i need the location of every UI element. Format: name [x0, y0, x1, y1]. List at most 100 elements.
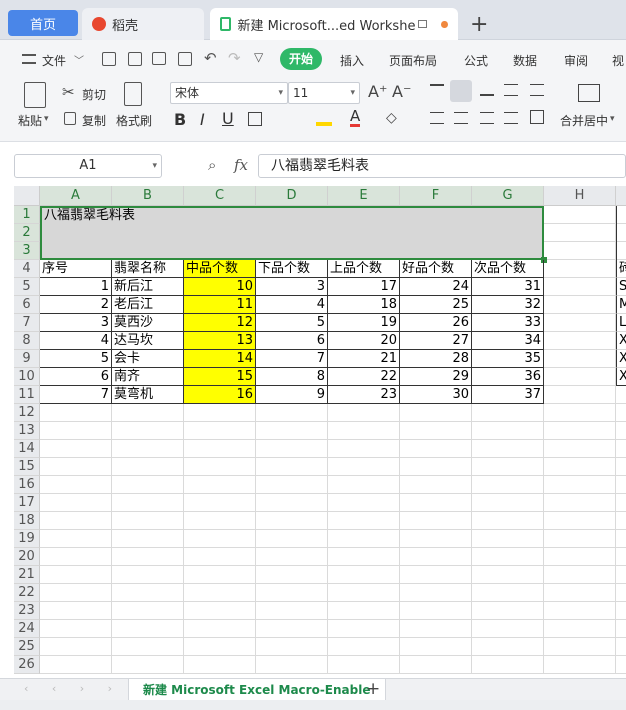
row-header-23[interactable]: 23 — [14, 602, 40, 620]
font-size-select[interactable]: 11 ▾ — [288, 82, 360, 104]
cell[interactable] — [184, 512, 256, 530]
cell[interactable] — [544, 584, 616, 602]
cell[interactable] — [184, 548, 256, 566]
cell[interactable] — [328, 404, 400, 422]
menu-formulas[interactable]: 公式 — [464, 52, 488, 69]
cell[interactable] — [256, 638, 328, 656]
cell[interactable] — [400, 548, 472, 566]
chevron-down-icon[interactable]: ▾ — [152, 155, 157, 177]
table-data-cell[interactable]: 29 — [400, 368, 472, 386]
table-data-cell[interactable]: 9 — [256, 386, 328, 404]
cell[interactable] — [616, 224, 626, 242]
cell[interactable] — [400, 584, 472, 602]
cell[interactable] — [256, 422, 328, 440]
cell[interactable] — [616, 566, 626, 584]
cell[interactable] — [472, 404, 544, 422]
cell[interactable] — [616, 242, 626, 260]
partial-cell-column-i[interactable]: 砖 — [616, 260, 626, 278]
row-header-20[interactable]: 20 — [14, 548, 40, 566]
row-header-19[interactable]: 19 — [14, 530, 40, 548]
column-header-a[interactable]: A — [40, 186, 112, 206]
merge-dropdown-icon[interactable]: ▾ — [610, 114, 615, 124]
column-header-f[interactable]: F — [400, 186, 472, 206]
partial-cell-column-i[interactable]: X — [616, 350, 626, 368]
cell[interactable] — [40, 620, 112, 638]
cell[interactable] — [256, 494, 328, 512]
table-data-cell[interactable]: 35 — [472, 350, 544, 368]
new-tab-button[interactable]: + — [470, 12, 488, 37]
table-header-cell[interactable]: 次品个数 — [472, 260, 544, 278]
table-data-cell[interactable]: 会卡 — [112, 350, 184, 368]
cell[interactable] — [112, 584, 184, 602]
cell[interactable] — [472, 548, 544, 566]
paste-dropdown-icon[interactable]: ▾ — [44, 114, 49, 124]
cell[interactable] — [616, 440, 626, 458]
cell[interactable] — [616, 404, 626, 422]
paste-icon[interactable] — [24, 82, 46, 108]
cell[interactable] — [400, 656, 472, 674]
cell[interactable] — [400, 476, 472, 494]
table-data-cell[interactable]: 4 — [256, 296, 328, 314]
cell[interactable] — [112, 638, 184, 656]
partial-cell-column-i[interactable]: L — [616, 314, 626, 332]
cell[interactable] — [472, 566, 544, 584]
formula-input[interactable]: 八福翡翠毛料表 — [258, 154, 626, 178]
cell[interactable] — [256, 458, 328, 476]
table-data-cell[interactable]: 7 — [256, 350, 328, 368]
cell[interactable] — [256, 584, 328, 602]
row-header-25[interactable]: 25 — [14, 638, 40, 656]
table-data-cell[interactable]: 15 — [184, 368, 256, 386]
cell[interactable] — [184, 494, 256, 512]
partial-cell-column-i[interactable]: X — [616, 368, 626, 386]
cell[interactable] — [400, 422, 472, 440]
redo-icon[interactable]: ↷ — [228, 49, 241, 67]
cell[interactable] — [400, 638, 472, 656]
table-data-cell[interactable]: 37 — [472, 386, 544, 404]
cell[interactable] — [544, 224, 616, 242]
cell[interactable] — [544, 566, 616, 584]
cell[interactable] — [112, 404, 184, 422]
cell[interactable] — [112, 458, 184, 476]
table-data-cell[interactable]: 23 — [328, 386, 400, 404]
cell[interactable] — [184, 530, 256, 548]
cell[interactable] — [256, 548, 328, 566]
row-header-15[interactable]: 15 — [14, 458, 40, 476]
row-header-12[interactable]: 12 — [14, 404, 40, 422]
cell[interactable] — [616, 206, 626, 224]
cell[interactable] — [40, 566, 112, 584]
cell[interactable] — [400, 440, 472, 458]
undo-icon[interactable]: ↶ — [204, 49, 217, 67]
cell[interactable] — [184, 404, 256, 422]
cell[interactable] — [472, 440, 544, 458]
cell[interactable] — [544, 494, 616, 512]
cell[interactable] — [40, 476, 112, 494]
table-data-cell[interactable]: 14 — [184, 350, 256, 368]
cell[interactable] — [40, 530, 112, 548]
export-icon[interactable] — [128, 52, 142, 66]
table-data-cell[interactable]: 13 — [184, 332, 256, 350]
cell[interactable] — [400, 530, 472, 548]
partial-cell-column-i[interactable]: M — [616, 296, 626, 314]
row-header-17[interactable]: 17 — [14, 494, 40, 512]
cell[interactable] — [256, 566, 328, 584]
column-header-b[interactable]: B — [112, 186, 184, 206]
decrease-font-icon[interactable]: A⁻ — [392, 82, 411, 101]
cell[interactable] — [472, 512, 544, 530]
select-all-corner[interactable] — [14, 186, 40, 206]
cell[interactable] — [544, 404, 616, 422]
spreadsheet-grid[interactable]: A B C D E F G H 1 2 3 4 5 6 7 8 9 10 11 12 13 14 15 16 17 18 19 20 2… — [14, 186, 626, 678]
row-header-22[interactable]: 22 — [14, 584, 40, 602]
column-header-c[interactable]: C — [184, 186, 256, 206]
cell[interactable] — [472, 638, 544, 656]
table-header-cell[interactable]: 下品个数 — [256, 260, 328, 278]
distribute-icon[interactable] — [530, 110, 544, 124]
menu-file[interactable]: 文件 — [42, 52, 66, 69]
table-data-cell[interactable]: 1 — [40, 278, 112, 296]
table-data-cell[interactable]: 新后江 — [112, 278, 184, 296]
menu-data[interactable]: 数据 — [513, 52, 537, 69]
cell[interactable] — [400, 512, 472, 530]
cell[interactable] — [112, 620, 184, 638]
paste-button[interactable]: 粘贴 — [18, 112, 42, 129]
row-header-2[interactable]: 2 — [14, 224, 40, 242]
cell[interactable] — [256, 602, 328, 620]
